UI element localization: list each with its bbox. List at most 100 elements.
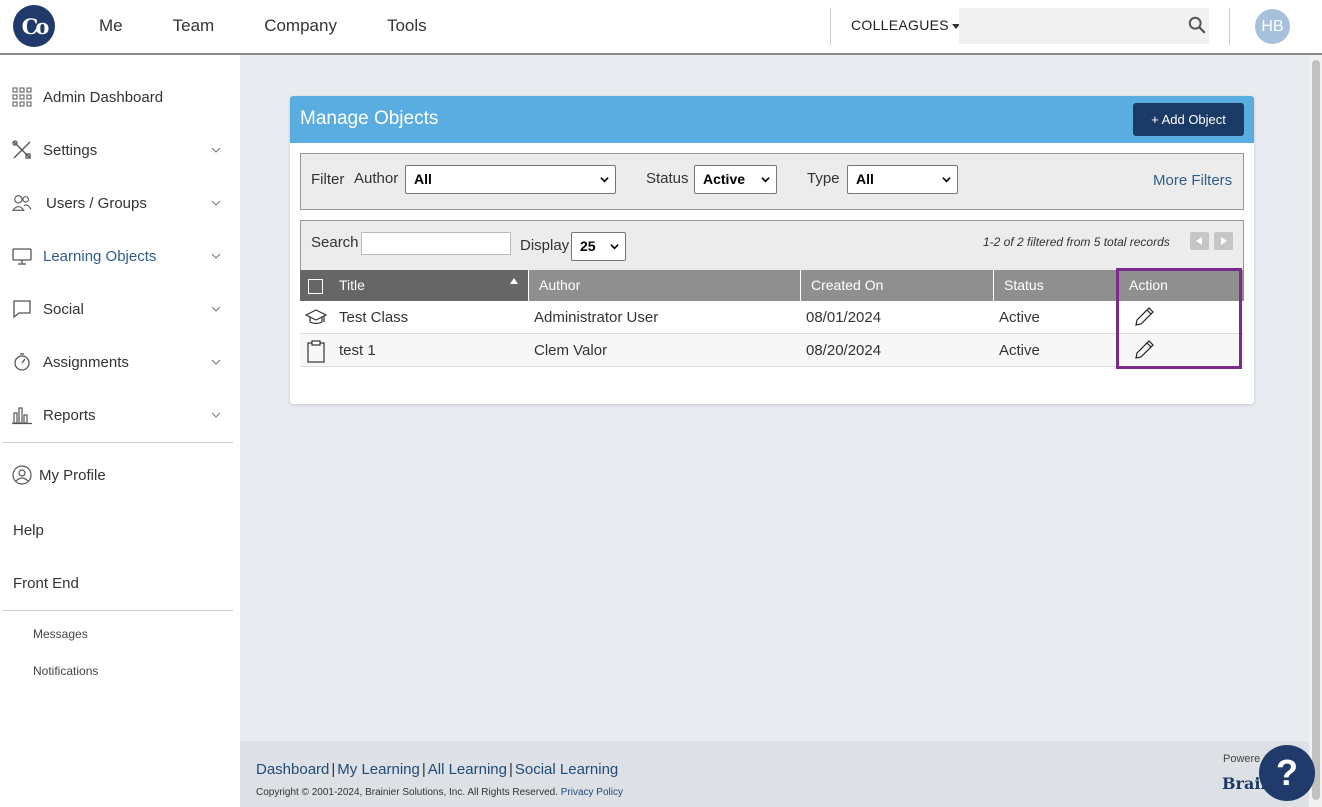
caret-right-icon [1221, 237, 1227, 245]
row-author: Administrator User [534, 309, 659, 326]
nav-team[interactable]: Team [173, 16, 215, 36]
records-count: 1-2 of 2 filtered from 5 total records [983, 235, 1170, 249]
sidebar-item-label: Assignments [43, 353, 129, 371]
author-select-value: All [414, 171, 432, 187]
sidebar-item-label: My Profile [39, 466, 106, 484]
footer: Dashboard | My Learning | All Learning | Socia… [240, 741, 1309, 807]
type-select-value: All [856, 171, 874, 187]
nav-company[interactable]: Company [264, 16, 337, 36]
sidebar-item-my-profile[interactable]: My Profile [0, 455, 233, 495]
bar-chart-icon [12, 407, 32, 425]
colleagues-label: COLLEAGUES [851, 17, 949, 33]
sidebar-item-learning-objects[interactable]: Learning Objects [0, 236, 233, 276]
sidebar-item-reports[interactable]: Reports [0, 395, 233, 435]
more-filters-link[interactable]: More Filters [1153, 172, 1232, 189]
column-header-status[interactable]: Status [994, 270, 1119, 301]
status-label: Status [646, 170, 689, 187]
row-title[interactable]: Test Class [339, 309, 408, 326]
scrollbar-thumb[interactable] [1312, 60, 1320, 800]
sidebar-item-label: Reports [43, 406, 96, 424]
avatar[interactable]: HB [1255, 9, 1290, 44]
tools-icon [12, 140, 31, 159]
sidebar-item-social[interactable]: Social [0, 289, 233, 329]
display-label: Display [520, 237, 570, 254]
chevron-down-icon [610, 244, 619, 250]
help-button[interactable]: ? [1259, 745, 1315, 801]
stopwatch-icon [14, 353, 30, 371]
sidebar-item-help[interactable]: Help [13, 522, 44, 539]
status-select[interactable]: Active [694, 165, 777, 194]
column-header-title[interactable]: Title [300, 270, 529, 301]
next-page-button[interactable] [1214, 232, 1233, 250]
author-label: Author [354, 170, 399, 187]
search-label: Search [311, 234, 359, 251]
select-all-checkbox[interactable] [308, 279, 323, 294]
chevron-down-icon [942, 177, 951, 183]
footer-link-my-learning[interactable]: My Learning [337, 761, 420, 778]
display-select[interactable]: 25 [571, 232, 626, 261]
user-circle-icon [12, 465, 32, 485]
type-select[interactable]: All [847, 165, 958, 194]
sidebar-item-admin-dashboard[interactable]: Admin Dashboard [0, 77, 233, 117]
chevron-down-icon [211, 412, 221, 418]
column-label: Author [539, 277, 581, 293]
sidebar-item-settings[interactable]: Settings [0, 130, 233, 170]
column-label: Created On [811, 277, 884, 293]
table-header: Title Author Created On Status Action [300, 270, 1244, 301]
list-toolbar: Search Display 25 1-2 of 2 filtered from… [300, 220, 1244, 270]
author-select[interactable]: All [405, 165, 616, 194]
row-author: Clem Valor [534, 342, 608, 359]
top-nav: Me Team Company Tools [99, 0, 477, 52]
table-row[interactable]: test 1 Clem Valor 08/20/2024 Active [300, 334, 1244, 367]
sidebar-item-assignments[interactable]: Assignments [0, 342, 233, 382]
monitor-icon [12, 248, 32, 265]
add-object-button[interactable]: + Add Object [1133, 103, 1244, 136]
search-input[interactable] [959, 8, 1209, 44]
action-column-highlight [1116, 268, 1242, 369]
chevron-down-icon [600, 177, 609, 183]
search-icon[interactable] [1188, 16, 1206, 34]
nav-me[interactable]: Me [99, 16, 123, 36]
chat-bubble-icon [13, 300, 31, 319]
colleagues-dropdown[interactable]: COLLEAGUES [851, 17, 960, 33]
sidebar-divider [3, 442, 233, 443]
sidebar-item-messages[interactable]: Messages [33, 627, 88, 641]
row-status: Active [999, 309, 1040, 326]
table-row[interactable]: Test Class Administrator User 08/01/2024… [300, 301, 1244, 334]
filter-label: Filter [311, 171, 345, 188]
graduation-cap-icon [304, 309, 328, 325]
grid-icon [12, 87, 32, 107]
powered-by-label: Powere [1223, 753, 1261, 765]
manage-objects-panel: Manage Objects + Add Object Filter Autho… [290, 96, 1254, 404]
page-title: Manage Objects [300, 108, 439, 129]
column-header-created-on[interactable]: Created On [801, 270, 994, 301]
sidebar-item-users-groups[interactable]: Users / Groups [0, 183, 233, 223]
chevron-down-icon [211, 306, 221, 312]
sidebar-item-label: Social [43, 300, 84, 318]
column-header-author[interactable]: Author [529, 270, 801, 301]
status-select-value: Active [703, 171, 746, 187]
footer-link-dashboard[interactable]: Dashboard [256, 761, 329, 778]
panel-header: Manage Objects + Add Object [290, 96, 1254, 143]
filter-bar: Filter Author All Status Active Type All… [300, 153, 1244, 210]
copyright: Copyright © 2001-2024, Brainier Solution… [256, 787, 623, 798]
footer-separator: | [331, 761, 336, 778]
privacy-policy-link[interactable]: Privacy Policy [561, 787, 623, 798]
footer-links: Dashboard | My Learning | All Learning | Socia… [256, 761, 618, 778]
sidebar-item-label: Learning Objects [43, 247, 157, 265]
footer-separator: | [508, 761, 513, 778]
sort-asc-icon [510, 278, 518, 284]
chevron-down-icon [211, 200, 221, 206]
footer-link-social-learning[interactable]: Social Learning [515, 761, 618, 778]
copyright-text: Copyright © 2001-2024, Brainier Solution… [256, 787, 558, 798]
sidebar-item-notifications[interactable]: Notifications [33, 664, 98, 678]
sidebar-item-front-end[interactable]: Front End [13, 575, 79, 592]
chevron-down-icon [211, 253, 221, 259]
footer-link-all-learning[interactable]: All Learning [428, 761, 507, 778]
table-search-input[interactable] [361, 232, 511, 255]
nav-tools[interactable]: Tools [387, 16, 427, 36]
sidebar-item-label: Admin Dashboard [43, 88, 164, 106]
row-title[interactable]: test 1 [339, 342, 376, 359]
prev-page-button[interactable] [1190, 232, 1209, 250]
app-logo[interactable]: Co [13, 5, 55, 47]
